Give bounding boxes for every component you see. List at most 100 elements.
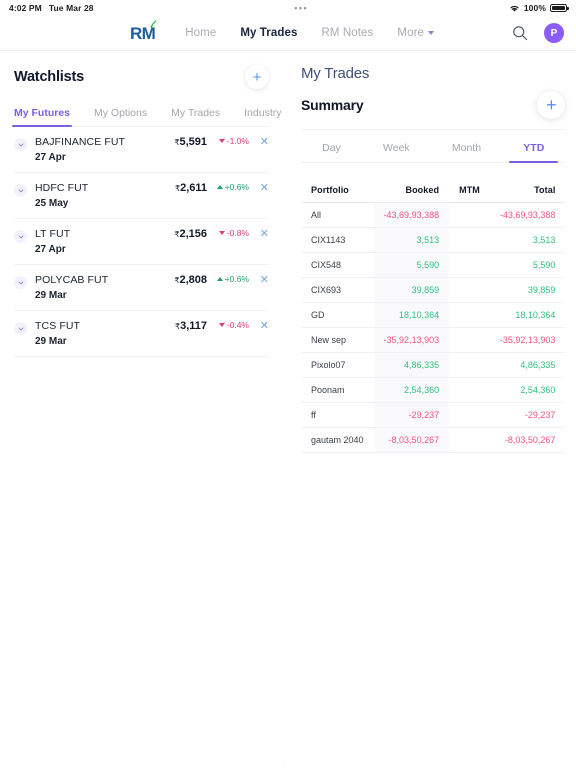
- status-bar-left: 4:02 PM Tue Mar 28: [9, 3, 94, 13]
- table-row[interactable]: ff -29,237 -29,237: [301, 402, 566, 428]
- add-portfolio-button[interactable]: +: [537, 91, 566, 119]
- table-row[interactable]: GD 18,10,364 18,10,364: [301, 302, 566, 328]
- table-row[interactable]: All -43,69,93,388 -43,69,93,388: [301, 202, 566, 228]
- table-row[interactable]: CIX548 5,590 5,590: [301, 252, 566, 278]
- instrument-expiry: 27 Apr: [35, 244, 66, 255]
- watchlist-row[interactable]: HDFC FUT 25 May ₹2,611 +0.6% ✕: [14, 173, 269, 219]
- cell-booked: -35,92,13,903: [373, 327, 450, 353]
- cell-total: -29,237: [489, 402, 566, 428]
- chevron-down-icon: [18, 281, 23, 284]
- triangle-down-icon: [218, 231, 225, 235]
- instrument-price: ₹2,611: [151, 182, 207, 194]
- cell-booked: -29,237: [373, 402, 450, 428]
- nav-item-rm-notes[interactable]: RM Notes: [309, 27, 385, 39]
- instrument-expiry: 25 May: [35, 198, 69, 209]
- remove-instrument-button[interactable]: ✕: [253, 229, 269, 240]
- cell-total: 2,54,360: [489, 377, 566, 403]
- watchlists-header: Watchlists +: [14, 51, 269, 89]
- instrument-info: POLYCAB FUT 29 Mar: [27, 274, 151, 301]
- table-row[interactable]: CIX693 39,859 39,859: [301, 277, 566, 303]
- watchlists-panel: Watchlists + My Futures My Options My Tr…: [0, 51, 283, 768]
- instrument-expiry: 27 Apr: [35, 152, 66, 163]
- cell-mtm: [449, 302, 490, 328]
- expand-toggle[interactable]: [14, 276, 27, 289]
- table-row[interactable]: Poonam 2,54,360 2,54,360: [301, 377, 566, 403]
- table-row[interactable]: CIX1143 3,513 3,513: [301, 227, 566, 253]
- table-row[interactable]: Pixolo07 4,86,335 4,86,335: [301, 352, 566, 378]
- cell-total: 18,10,364: [489, 302, 566, 328]
- nav-links-group: RM Home My Trades RM Notes More: [130, 19, 446, 42]
- table-header: Portfolio Booked MTM Total: [301, 185, 566, 203]
- main-content: Watchlists + My Futures My Options My Tr…: [0, 51, 576, 768]
- cell-portfolio: CIX548: [301, 252, 374, 278]
- instrument-info: TCS FUT 29 Mar: [27, 320, 151, 347]
- cell-total: -8,03,50,267: [489, 427, 566, 453]
- app-logo[interactable]: RM: [130, 19, 157, 42]
- remove-instrument-button[interactable]: ✕: [253, 137, 269, 148]
- remove-instrument-button[interactable]: ✕: [253, 275, 269, 286]
- nav-item-my-trades[interactable]: My Trades: [228, 27, 309, 39]
- logo-leaf-icon: [150, 19, 157, 28]
- top-navigation-bar: RM Home My Trades RM Notes More P: [0, 16, 576, 51]
- triangle-up-icon: [216, 277, 223, 281]
- cell-mtm: [449, 227, 490, 253]
- page-title: Watchlists: [14, 69, 84, 85]
- chevron-down-icon: [428, 31, 434, 35]
- expand-toggle[interactable]: [14, 184, 27, 197]
- tab-ytd[interactable]: YTD: [509, 142, 559, 163]
- table-header-row: Portfolio Booked MTM Total: [301, 185, 566, 203]
- cell-mtm: [449, 277, 490, 303]
- cell-portfolio: gautam 2040: [301, 427, 374, 453]
- dynamic-island-dots-icon: •••: [294, 2, 309, 13]
- instrument-name: POLYCAB FUT: [35, 274, 109, 286]
- period-tabs: Day Week Month YTD: [301, 142, 566, 163]
- chevron-down-icon: [18, 327, 23, 330]
- nav-item-more-label: More: [397, 27, 424, 39]
- watchlist-row[interactable]: BAJFINANCE FUT 27 Apr ₹5,591 -1.0% ✕: [14, 127, 269, 173]
- price-value: 3,117: [180, 320, 207, 332]
- cell-booked: 3,513: [373, 227, 450, 253]
- tab-day[interactable]: Day: [322, 142, 341, 162]
- cell-portfolio: CIX1143: [301, 227, 374, 253]
- change-value: +0.6%: [224, 182, 249, 192]
- column-header-portfolio[interactable]: Portfolio: [301, 185, 374, 203]
- instrument-info: BAJFINANCE FUT 27 Apr: [27, 136, 151, 163]
- search-icon[interactable]: [512, 25, 528, 41]
- tab-my-futures[interactable]: My Futures: [11, 107, 73, 127]
- column-header-mtm[interactable]: MTM: [449, 185, 490, 203]
- instrument-name: TCS FUT: [35, 320, 81, 332]
- tab-week[interactable]: Week: [383, 142, 410, 162]
- avatar[interactable]: P: [544, 23, 564, 43]
- chevron-down-icon: [18, 143, 23, 146]
- cell-portfolio: CIX693: [301, 277, 374, 303]
- column-header-total[interactable]: Total: [489, 185, 566, 203]
- table-row[interactable]: New sep -35,92,13,903 -35,92,13,903: [301, 327, 566, 353]
- nav-item-more[interactable]: More: [385, 27, 446, 39]
- status-bar: 4:02 PM Tue Mar 28 ••• 100%: [0, 0, 576, 16]
- tab-month[interactable]: Month: [452, 142, 481, 162]
- nav-item-home[interactable]: Home: [173, 27, 228, 39]
- my-trades-panel: My Trades Summary + Day Week Month YTD P…: [283, 51, 576, 768]
- remove-instrument-button[interactable]: ✕: [253, 183, 269, 194]
- table-row[interactable]: gautam 2040 -8,03,50,267 -8,03,50,267: [301, 427, 566, 453]
- instrument-change: -0.8%: [207, 228, 249, 238]
- watchlist-row[interactable]: TCS FUT 29 Mar ₹3,117 -0.4% ✕: [14, 311, 269, 357]
- add-watchlist-button[interactable]: +: [245, 65, 269, 89]
- instrument-change: -1.0%: [207, 136, 249, 146]
- tab-my-trades[interactable]: My Trades: [171, 107, 220, 126]
- watchlist-row[interactable]: LT FUT 27 Apr ₹2,156 -0.8% ✕: [14, 219, 269, 265]
- battery-percent-label: 100%: [523, 3, 546, 13]
- cell-total: 39,859: [489, 277, 566, 303]
- expand-toggle[interactable]: [14, 138, 27, 151]
- cell-mtm: [449, 252, 490, 278]
- expand-toggle[interactable]: [14, 230, 27, 243]
- instrument-expiry: 29 Mar: [35, 336, 67, 347]
- expand-toggle[interactable]: [14, 322, 27, 335]
- remove-instrument-button[interactable]: ✕: [253, 321, 269, 332]
- tab-my-options[interactable]: My Options: [94, 107, 147, 126]
- watchlist-row[interactable]: POLYCAB FUT 29 Mar ₹2,808 +0.6% ✕: [14, 265, 269, 311]
- column-header-booked[interactable]: Booked: [373, 185, 450, 203]
- cell-mtm: [449, 402, 490, 428]
- change-value: -0.8%: [226, 228, 249, 238]
- tab-industry[interactable]: Industry: [244, 107, 281, 126]
